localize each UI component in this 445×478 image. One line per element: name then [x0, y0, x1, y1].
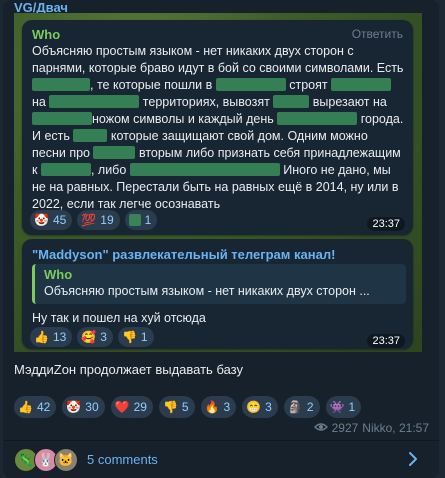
chevron-right-icon: [409, 452, 417, 466]
censor-block: [215, 78, 286, 91]
reaction-thumbs-down[interactable]: 👎 5: [158, 396, 195, 418]
reaction-moai[interactable]: 🗿 2: [283, 396, 320, 418]
comments-count-label: 5 comments: [87, 452, 158, 467]
reaction-chip: 💯 19: [77, 210, 120, 230]
forward-source-title: "Maddyson" развлекательный телеграм кана…: [32, 247, 336, 262]
reaction-chip: 🥰 3: [77, 327, 113, 347]
message-time: 23:37: [367, 217, 405, 231]
post-screenshot-image[interactable]: Who Ответить Объясняю простым языком - н…: [14, 13, 422, 352]
channel-post-card: VG/Двач Who Ответить Объясняю простым яз…: [3, 0, 439, 478]
reaction-chip: 🤡 45: [30, 210, 73, 230]
message-bubble-reply: "Maddyson" развлекательный телеграм кана…: [22, 239, 413, 349]
quote-author: Who: [44, 267, 73, 282]
censor-block: [32, 112, 92, 125]
message-text: Объясняю простым языком - нет никаких дв…: [32, 44, 404, 211]
censor-block: [277, 112, 358, 125]
message-reactions: 🤡 45 💯 19 1: [30, 210, 158, 230]
reply-link: Ответить: [351, 27, 403, 41]
censor-block: [331, 78, 392, 91]
reaction-heart[interactable]: ❤️ 29: [110, 396, 153, 418]
censor-block: [40, 163, 91, 176]
message-bubble-who: Who Ответить Объясняю простым языком - н…: [22, 20, 413, 235]
post-caption: МэддиZон продолжает выдавать базу: [14, 362, 243, 377]
censor-block: [32, 78, 90, 91]
view-count: 2927: [331, 421, 359, 435]
post-reactions: 👍 42 🤡 30 ❤️ 29 👎 5 🔥 3 😁 3 🗿 2 👾 1: [14, 396, 362, 418]
censor-block: [93, 146, 136, 159]
post-meta: 2927 Nikko, 21:57: [313, 421, 429, 435]
quoted-message: Who Объясняю простым языком - нет никаки…: [32, 264, 406, 304]
censor-block: [49, 95, 140, 108]
reaction-chip: 1: [124, 210, 158, 230]
commenter-avatars: 🦎 🐰 🐱: [14, 448, 84, 472]
message-text: Ну так и пошел на хуй отсюда: [32, 311, 206, 325]
message-author: Who: [32, 27, 61, 42]
censor-block: [128, 214, 141, 226]
reaction-chip: 👍 13: [30, 327, 73, 347]
reaction-thumbs-up[interactable]: 👍 42: [14, 396, 57, 418]
censor-block: [129, 163, 280, 176]
reaction-clown[interactable]: 🤡 30: [62, 396, 105, 418]
quote-text: Объясняю простым языком - нет никаких дв…: [44, 284, 370, 298]
censor-block: [73, 129, 108, 142]
reaction-chip: 👎 1: [117, 327, 154, 347]
eye-icon: [313, 421, 328, 435]
author-time: Nikko, 21:57: [362, 421, 429, 435]
reaction-grin[interactable]: 😁 3: [242, 396, 278, 418]
reaction-alien-monster[interactable]: 👾 1: [325, 396, 362, 418]
censor-block: [273, 95, 310, 108]
avatar: 🐱: [54, 448, 78, 472]
message-reactions: 👍 13 🥰 3 👎 1: [30, 327, 154, 347]
message-time: 23:37: [367, 334, 405, 348]
comments-button[interactable]: 🦎 🐰 🐱 5 comments: [3, 441, 439, 478]
reaction-fire[interactable]: 🔥 3: [200, 396, 237, 418]
